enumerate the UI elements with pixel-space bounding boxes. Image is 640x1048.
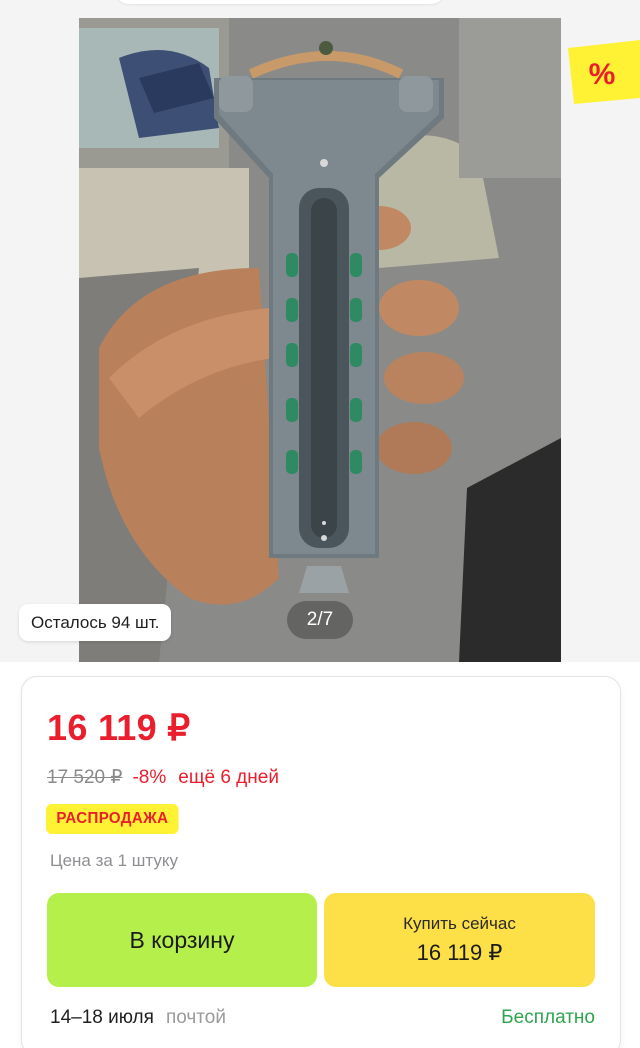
delivery-price: Бесплатно — [501, 1007, 595, 1028]
image-counter: 2/7 — [287, 601, 353, 639]
buy-now-price: 16 119 ₽ — [416, 940, 503, 965]
discount-percent: -8% — [132, 767, 167, 788]
add-to-cart-button[interactable]: В корзину — [47, 893, 317, 987]
old-price: 17 520 ₽ — [47, 767, 123, 788]
stock-remaining-chip: Осталось 94 шт. — [19, 604, 172, 641]
sale-days-left: ещё 6 дней — [178, 767, 279, 788]
search-bar-edge — [115, 0, 445, 4]
buy-now-button[interactable]: Купить сейчас 16 119 ₽ — [324, 893, 595, 987]
discount-sticker-icon: % — [566, 40, 640, 104]
delivery-method: почтой — [165, 1007, 226, 1028]
sale-badge[interactable]: РАСПРОДАЖА — [46, 804, 179, 834]
product-photo[interactable] — [79, 18, 561, 662]
buy-now-label: Купить сейчас — [403, 914, 516, 933]
delivery-dates: 14–18 июля — [50, 1007, 154, 1028]
delivery-row[interactable]: 14–18 июля почтой Бесплатно — [50, 1007, 595, 1029]
svg-text:%: % — [589, 58, 616, 91]
price-card: 16 119 ₽ 17 520 ₽ -8% ещё 6 дней РАСПРОД… — [21, 676, 621, 1048]
image-gallery[interactable]: % Осталось 94 шт. 2/7 — [0, 0, 640, 662]
unit-price-note: Цена за 1 штуку — [50, 851, 178, 870]
current-price: 16 119 ₽ — [47, 707, 191, 748]
old-price-row: 17 520 ₽ -8% ещё 6 дней — [47, 766, 279, 789]
product-page: % Осталось 94 шт. 2/7 16 119 ₽ 17 520 ₽ … — [0, 0, 640, 1048]
